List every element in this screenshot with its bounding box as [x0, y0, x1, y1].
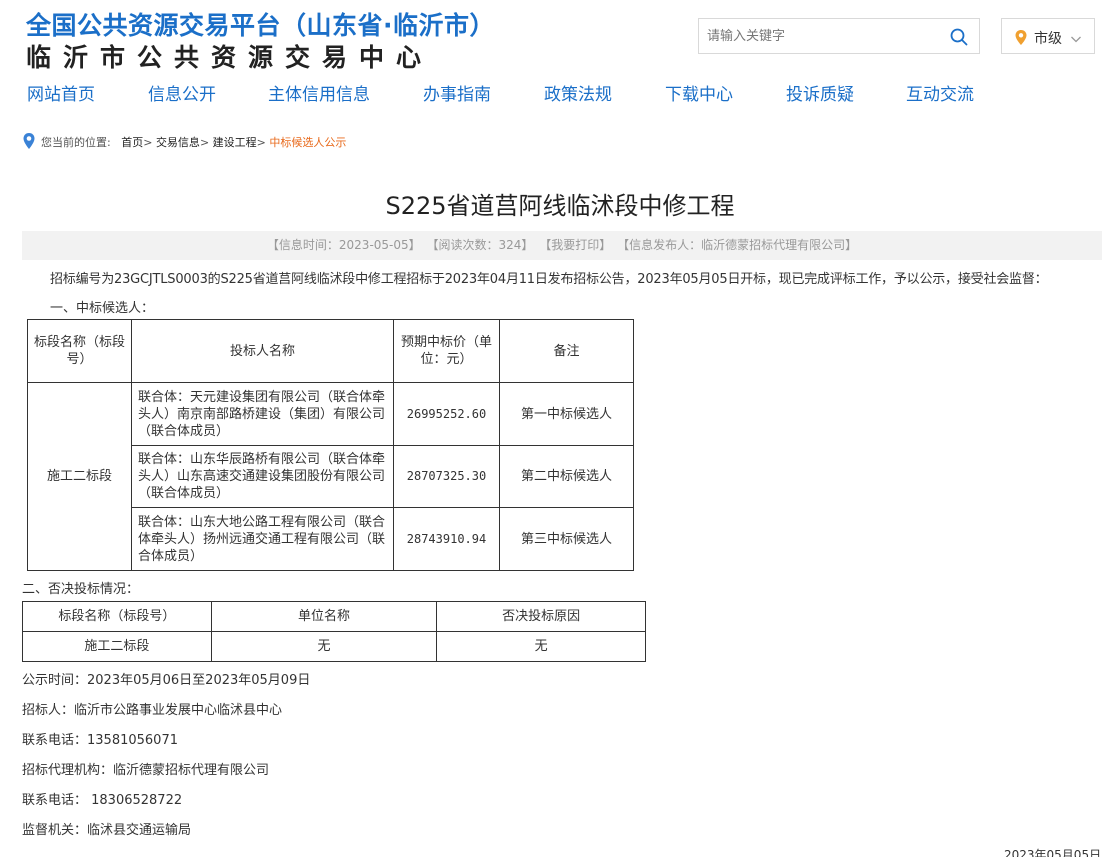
- table-header-cell: 投标人名称: [131, 319, 394, 383]
- article-intro: 招标编号为23GCJTLS0003的S225省道莒阿线临沭段中修工程招标于202…: [50, 272, 1048, 287]
- table-cell: 无: [436, 631, 646, 662]
- section-title-candidates: 一、中标候选人：: [50, 301, 155, 316]
- search-box: [698, 18, 980, 54]
- note-cell: 第一中标候选人: [499, 382, 634, 446]
- nav-item-interaction[interactable]: 互动交流: [906, 80, 974, 105]
- table-header-cell: 单位名称: [210, 601, 438, 632]
- main-nav: 网站首页 信息公开 主体信用信息 办事指南 政策法规 下载中心 投诉质疑 互动交…: [0, 80, 1120, 110]
- publicity-period: 公示时间：2023年05月06日至2023年05月09日: [22, 673, 311, 688]
- nav-item-policy[interactable]: 政策法规: [544, 80, 612, 105]
- breadcrumb-prefix: 您当前的位置:: [41, 136, 111, 149]
- site-logo-center[interactable]: 临沂市公共资源交易中心: [26, 38, 433, 74]
- bidder-cell: 联合体：天元建设集团有限公司（联合体牵头人）南京南部路桥建设（集团）有限公司（联…: [131, 382, 394, 446]
- article-meta-bar: 【信息时间：2023-05-05】 【阅读次数：324】 【我要打印】 【信息发…: [22, 231, 1102, 260]
- breadcrumb-link-construction[interactable]: 建设工程: [213, 136, 257, 149]
- search-icon[interactable]: [949, 27, 969, 47]
- table-header-cell: 标段名称（标段号）: [22, 601, 212, 632]
- candidates-table: 标段名称（标段号） 投标人名称 预期中标价（单位：元） 备注 施工二标段 联合体…: [27, 319, 634, 571]
- nav-item-guide[interactable]: 办事指南: [423, 80, 491, 105]
- section-title-rejected: 二、否决投标情况：: [22, 582, 140, 597]
- nav-item-credit-info[interactable]: 主体信用信息: [268, 80, 370, 105]
- bidder-cell: 联合体：山东华辰路桥有限公司（联合体牵头人）山东高速交通建设集团股份有限公司（联…: [131, 445, 394, 508]
- tenderer-info: 招标人：临沂市公路事业发展中心临沭县中心: [22, 703, 283, 718]
- breadcrumb-current: 中标候选人公示: [269, 136, 347, 149]
- meta-time: 【信息时间：2023-05-05】: [266, 238, 421, 252]
- nav-item-info-public[interactable]: 信息公开: [148, 80, 216, 105]
- meta-publisher: 【信息发布人：临沂德蒙招标代理有限公司】: [617, 238, 858, 252]
- nav-item-download[interactable]: 下载中心: [665, 80, 733, 105]
- table-cell: 无: [210, 631, 438, 662]
- table-header-cell: 备注: [499, 319, 634, 383]
- note-cell: 第二中标候选人: [499, 445, 634, 508]
- tenderer-phone: 联系电话：13581056071: [22, 733, 178, 748]
- location-pin-icon: [22, 132, 36, 153]
- city-level-label: 市级: [1034, 31, 1062, 47]
- price-cell: 28707325.30: [393, 445, 500, 508]
- table-row: 施工二标段 无 无: [22, 631, 646, 662]
- agency-phone: 联系电话： 18306528722: [22, 793, 183, 808]
- search-input[interactable]: [699, 19, 939, 53]
- supervisor-info: 监督机关：临沭县交通运输局: [22, 823, 192, 838]
- print-link[interactable]: 【我要打印】: [539, 238, 611, 252]
- nav-item-home[interactable]: 网站首页: [27, 80, 95, 105]
- table-header-cell: 否决投标原因: [436, 601, 646, 632]
- site-logo-platform[interactable]: 全国公共资源交易平台（山东省·临沂市）: [26, 6, 495, 42]
- page-title: S225省道莒阿线临沭段中修工程: [385, 192, 735, 220]
- city-level-select[interactable]: 市级: [1001, 18, 1095, 54]
- price-cell: 28743910.94: [393, 507, 500, 571]
- bidder-cell: 联合体：山东大地公路工程有限公司（联合体牵头人）扬州远通交通工程有限公司（联合体…: [131, 507, 394, 571]
- table-header-cell: 标段名称（标段号）: [27, 319, 132, 383]
- table-cell: 施工二标段: [22, 631, 212, 662]
- table-header-row: 标段名称（标段号） 单位名称 否决投标原因: [22, 601, 646, 632]
- agency-info: 招标代理机构：临沂德蒙招标代理有限公司: [22, 763, 270, 778]
- breadcrumb-link-home[interactable]: 首页: [121, 136, 143, 149]
- table-header-cell: 预期中标价（单位：元）: [393, 319, 500, 383]
- location-pin-icon: [1014, 29, 1028, 50]
- section-name-cell: 施工二标段: [27, 382, 132, 571]
- breadcrumb-link-trade-info[interactable]: 交易信息: [156, 136, 200, 149]
- price-cell: 26995252.60: [393, 382, 500, 446]
- table-header-row: 标段名称（标段号） 投标人名称 预期中标价（单位：元） 备注: [27, 319, 634, 383]
- nav-item-complaints[interactable]: 投诉质疑: [786, 80, 854, 105]
- chevron-down-icon: [1070, 30, 1082, 49]
- rejected-bids-table: 标段名称（标段号） 单位名称 否决投标原因 施工二标段 无 无: [22, 601, 646, 662]
- meta-views: 【阅读次数：324】: [426, 238, 534, 252]
- signature-date: 2023年05月05日: [1004, 848, 1102, 857]
- site-header: 全国公共资源交易平台（山东省·临沂市） 临沂市公共资源交易中心 市级: [0, 0, 1120, 72]
- table-row: 施工二标段 联合体：天元建设集团有限公司（联合体牵头人）南京南部路桥建设（集团）…: [27, 382, 634, 571]
- note-cell: 第三中标候选人: [499, 507, 634, 571]
